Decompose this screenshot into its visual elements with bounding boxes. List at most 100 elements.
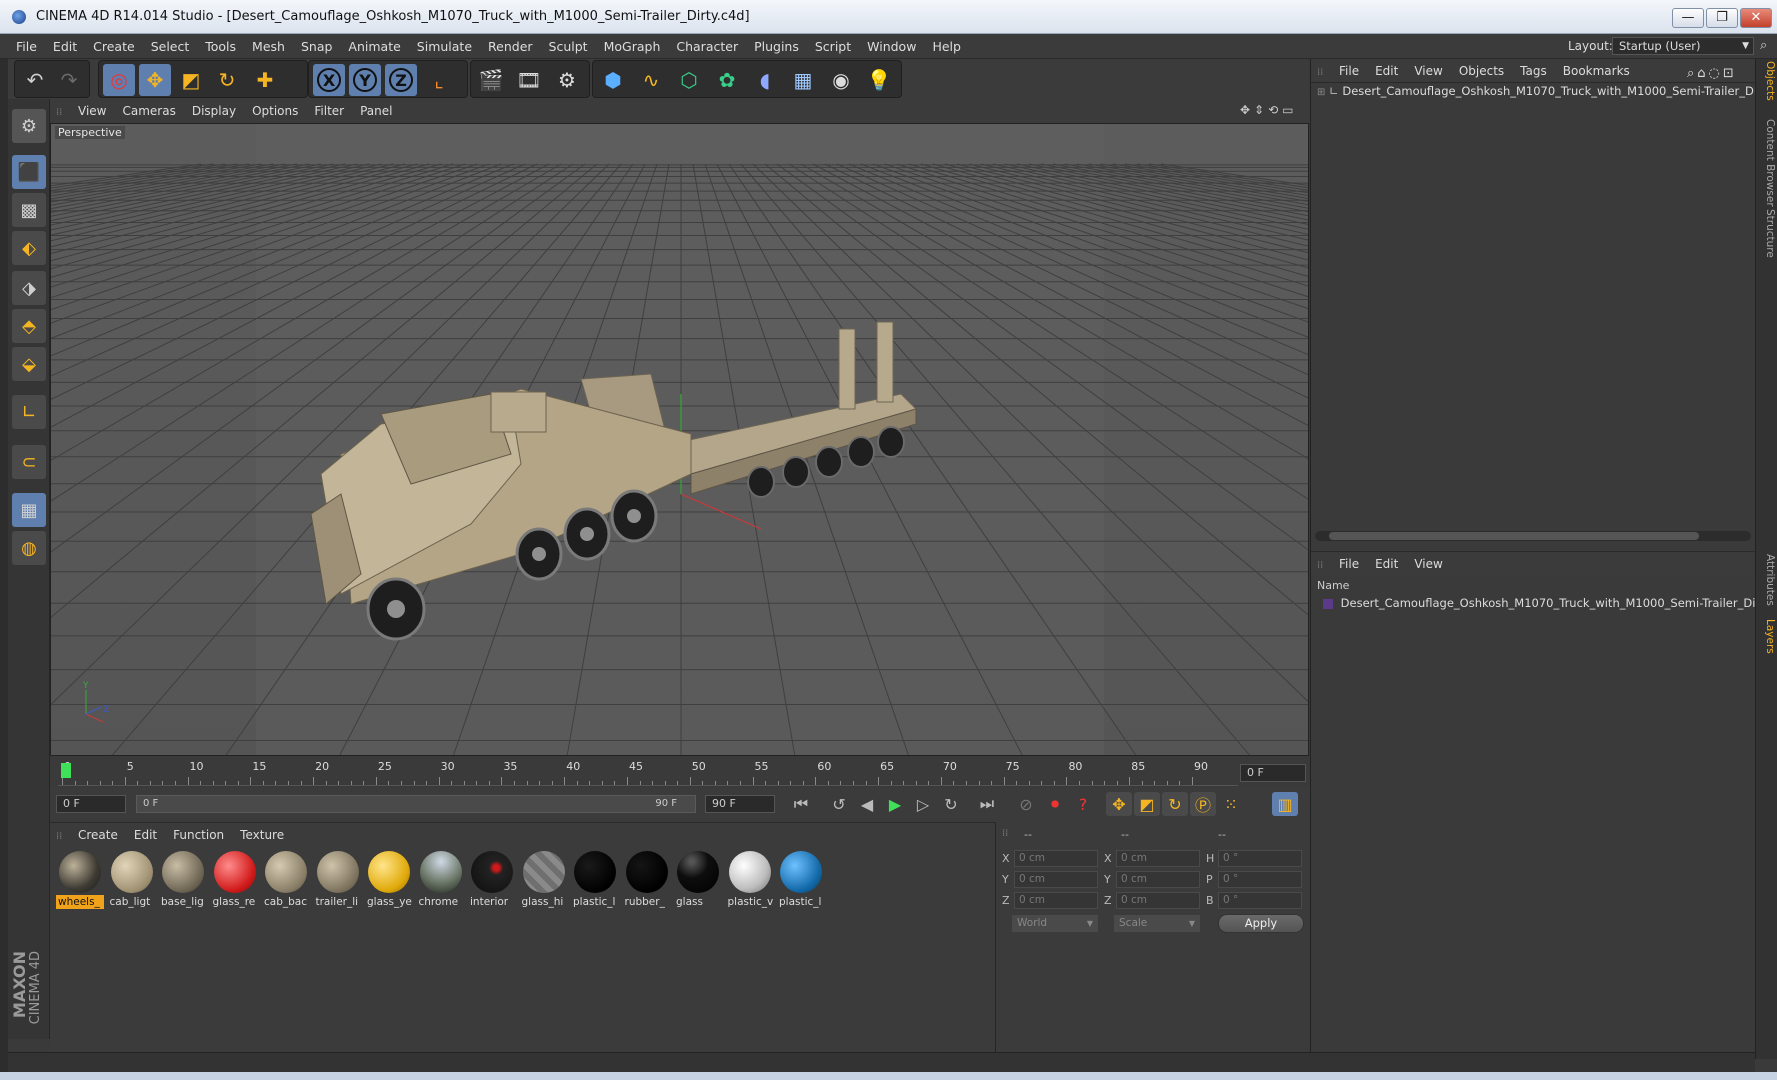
menu-sculpt[interactable]: Sculpt — [541, 34, 596, 59]
keyframe-selection-icon[interactable]: ? — [1070, 792, 1096, 816]
workplane-lock-icon[interactable]: ▦ — [12, 493, 46, 527]
size-x-field[interactable]: 0 cm — [1116, 850, 1200, 867]
layer-menu-view[interactable]: View — [1406, 552, 1450, 576]
object-manager-horizontal-scrollbar[interactable] — [1315, 531, 1751, 541]
menu-animate[interactable]: Animate — [340, 34, 408, 59]
rot-p-field[interactable]: 0 ° — [1218, 871, 1302, 888]
next-frame-icon[interactable]: ▷ — [910, 792, 936, 816]
previous-frame-icon[interactable]: ◀ — [854, 792, 880, 816]
key-position-icon[interactable]: ✥ — [1106, 792, 1132, 816]
search-icon[interactable]: ⌕ — [1760, 38, 1767, 53]
side-tab-objects[interactable]: Objects — [1758, 61, 1776, 101]
z-axis-lock-button[interactable]: Z — [385, 64, 417, 96]
object-menu-bookmarks[interactable]: Bookmarks — [1555, 59, 1638, 83]
object-menu-edit[interactable]: Edit — [1367, 59, 1406, 83]
move-tool-icon[interactable]: ✥ — [139, 64, 171, 96]
current-frame-field[interactable]: 0 F — [1240, 764, 1306, 782]
autokeying-icon[interactable]: ⏺ — [1042, 792, 1068, 816]
key-rotation-icon[interactable]: ↻ — [1162, 792, 1188, 816]
restore-button[interactable]: ❐ — [1706, 8, 1738, 28]
start-frame-field[interactable]: 0 F — [56, 795, 126, 813]
x-axis-lock-button[interactable]: X — [313, 64, 345, 96]
next-key-icon[interactable]: ↻ — [938, 792, 964, 816]
camera-icon[interactable]: ◉ — [825, 64, 857, 96]
model-mode-icon[interactable]: ⬛ — [12, 155, 46, 189]
menu-select[interactable]: Select — [143, 34, 198, 59]
object-menu-tags[interactable]: Tags — [1512, 59, 1555, 83]
material-swatch[interactable]: glass_ye — [365, 849, 413, 911]
rot-h-field[interactable]: 0 ° — [1218, 850, 1302, 867]
size-z-field[interactable]: 0 cm — [1116, 892, 1200, 909]
object-menu-view[interactable]: View — [1406, 59, 1450, 83]
pos-y-field[interactable]: 0 cm — [1014, 871, 1098, 888]
object-tree-row[interactable]: ⊞ ∟ Desert_Camouflage_Oshkosh_M1070_Truc… — [1311, 83, 1756, 99]
perspective-viewport[interactable]: Y Z Perspective — [50, 123, 1309, 756]
rot-b-field[interactable]: 0 ° — [1218, 892, 1302, 909]
key-scale-icon[interactable]: ◩ — [1134, 792, 1160, 816]
menu-edit[interactable]: Edit — [45, 34, 85, 59]
viewport-menu-filter[interactable]: Filter — [306, 99, 352, 123]
menu-snap[interactable]: Snap — [293, 34, 340, 59]
viewport-menu-view[interactable]: View — [70, 99, 114, 123]
y-axis-lock-button[interactable]: Y — [349, 64, 381, 96]
spline-pen-icon[interactable]: ∿ — [635, 64, 667, 96]
rotate-tool-icon[interactable]: ↻ — [211, 64, 243, 96]
render-view-icon[interactable]: 🎬 — [475, 64, 507, 96]
menu-create[interactable]: Create — [85, 34, 143, 59]
menu-mesh[interactable]: Mesh — [244, 34, 293, 59]
material-swatch[interactable]: base_lig — [159, 849, 207, 911]
viewport-menu-display[interactable]: Display — [184, 99, 244, 123]
scrollbar-thumb[interactable] — [1329, 532, 1699, 540]
key-point-level-icon[interactable]: ⁙ — [1218, 792, 1244, 816]
material-swatch[interactable]: plastic_l — [571, 849, 619, 911]
apply-button[interactable]: Apply — [1218, 914, 1304, 933]
go-to-end-icon[interactable]: ⏭ — [974, 792, 1000, 816]
material-swatch[interactable]: cab_ligt — [108, 849, 156, 911]
subdivision-surface-icon[interactable]: ⬡ — [673, 64, 705, 96]
end-frame-field[interactable]: 90 F — [705, 795, 775, 813]
material-menu-function[interactable]: Function — [165, 823, 232, 847]
recent-tool-icon[interactable]: ✚ — [249, 64, 281, 96]
menu-file[interactable]: File — [8, 34, 45, 59]
layer-name-column-header[interactable]: Name — [1317, 579, 1349, 592]
material-swatch[interactable]: glass_hi — [520, 849, 568, 911]
layer-row[interactable]: Desert_Camouflage_Oshkosh_M1070_Truck_wi… — [1311, 595, 1756, 611]
material-swatch[interactable]: glass_re — [211, 849, 259, 911]
menu-character[interactable]: Character — [668, 34, 746, 59]
viewport-menu-options[interactable]: Options — [244, 99, 306, 123]
close-button[interactable]: ✕ — [1740, 8, 1772, 28]
coordinate-system-icon[interactable]: ⌞ — [423, 64, 455, 96]
material-menu-create[interactable]: Create — [70, 823, 126, 847]
layer-menu-file[interactable]: File — [1331, 552, 1367, 576]
workplane-mode-icon[interactable]: ⬖ — [12, 231, 46, 265]
deformer-icon[interactable]: ◖ — [749, 64, 781, 96]
material-swatch[interactable]: rubber_ — [623, 849, 671, 911]
expand-icon[interactable]: ⊞ — [1317, 87, 1325, 98]
pos-z-field[interactable]: 0 cm — [1014, 892, 1098, 909]
record-active-objects-icon[interactable]: ⊘ — [1013, 792, 1039, 816]
material-swatch[interactable]: cab_bac — [262, 849, 310, 911]
menu-plugins[interactable]: Plugins — [746, 34, 807, 59]
axis-mode-icon[interactable]: ∟ — [12, 395, 46, 429]
viewport-navigation-icons[interactable]: ✥⇕⟲▭ — [1240, 103, 1298, 117]
menu-tools[interactable]: Tools — [197, 34, 244, 59]
render-to-picture-viewer-icon[interactable]: 🎞 — [513, 64, 545, 96]
material-swatch[interactable]: plastic_l — [777, 849, 825, 911]
redo-icon[interactable]: ↷ — [53, 64, 85, 96]
make-editable-icon[interactable]: ⚙ — [12, 109, 46, 143]
polygons-mode-icon[interactable]: ⬙ — [12, 347, 46, 381]
snap-magnet-icon[interactable]: ⊂ — [12, 445, 46, 479]
material-menu-texture[interactable]: Texture — [232, 823, 292, 847]
go-to-start-icon[interactable]: ⏮ — [788, 792, 814, 816]
timeline-ruler[interactable]: 051015202530354045505560657075808590 0 F — [50, 758, 1310, 788]
layer-name[interactable]: Desert_Camouflage_Oshkosh_M1070_Truck_wi… — [1341, 596, 1756, 610]
soft-selection-icon[interactable]: ◍ — [12, 531, 46, 565]
play-forward-icon[interactable]: ▶ — [882, 792, 908, 816]
viewport-menu-cameras[interactable]: Cameras — [114, 99, 183, 123]
side-tab-attributes[interactable]: Attributes — [1758, 554, 1776, 606]
edges-mode-icon[interactable]: ⬘ — [12, 309, 46, 343]
floor-scene-icon[interactable]: ▦ — [787, 64, 819, 96]
render-settings-icon[interactable]: ⚙ — [551, 64, 583, 96]
menu-help[interactable]: Help — [924, 34, 969, 59]
scale-mode-dropdown[interactable]: Scale ▼ — [1114, 915, 1200, 932]
